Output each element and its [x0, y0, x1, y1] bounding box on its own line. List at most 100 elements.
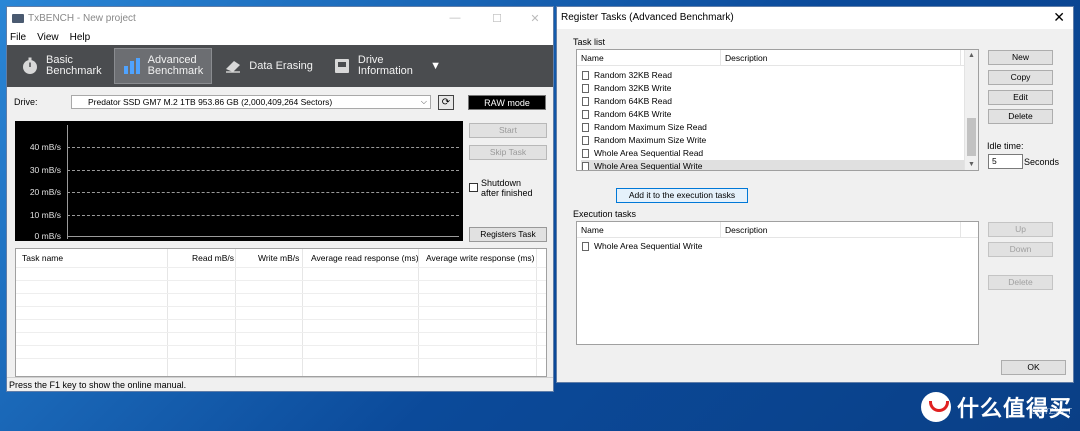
tab-label: Information — [357, 65, 413, 77]
row-divider — [16, 280, 546, 281]
document-icon — [582, 162, 589, 170]
watermark-logo-icon — [920, 392, 951, 422]
document-icon — [582, 123, 589, 132]
task-name: Whole Area Sequential Write — [594, 241, 703, 251]
task-list-item[interactable]: Random 64KB Write — [581, 108, 964, 121]
execution-task-list[interactable]: Name Description Whole Area Sequential W… — [576, 221, 979, 345]
drive-select[interactable]: Predator SSD GM7 M.2 1TB 953.86 GB (2,00… — [71, 95, 431, 109]
row-divider — [16, 293, 546, 294]
task-list-item[interactable]: Whole Area Sequential Read — [581, 147, 964, 160]
menu-view[interactable]: View — [37, 32, 59, 43]
shutdown-label: Shutdown after finished — [481, 178, 533, 198]
row-divider — [16, 319, 546, 320]
register-tasks-dialog: Register Tasks (Advanced Benchmark) ✕ Ta… — [556, 6, 1074, 383]
refresh-button[interactable]: ⟳ — [438, 95, 454, 110]
status-bar: Press the F1 key to show the online manu… — [7, 377, 553, 391]
raw-mode-button[interactable]: RAW mode — [468, 95, 546, 110]
task-list-item[interactable]: Random 32KB Read — [581, 69, 964, 82]
document-icon — [582, 71, 589, 80]
document-icon — [582, 84, 589, 93]
tab-drive-information[interactable]: Drive Information — [325, 48, 421, 84]
row-divider — [16, 358, 546, 359]
task-name: Whole Area Sequential Write — [594, 161, 703, 171]
edit-button[interactable]: Edit — [988, 90, 1053, 105]
refresh-icon: ⟳ — [441, 97, 451, 108]
close-icon[interactable]: ✕ — [521, 7, 549, 29]
results-table: Task name Read mB/s Write mB/s Average r… — [15, 248, 547, 377]
column-divider — [302, 249, 303, 376]
shutdown-label-line: Shutdown — [481, 178, 522, 188]
graph-axis — [67, 125, 68, 239]
task-list-scrollbar[interactable]: ▲ ▼ — [964, 50, 978, 170]
scroll-thumb[interactable] — [967, 118, 976, 156]
column-header-avg-read[interactable]: Average read response (ms) — [311, 253, 419, 263]
shutdown-checkbox[interactable] — [469, 183, 478, 192]
task-list-item[interactable]: Random Maximum Size Write — [581, 134, 964, 147]
up-button[interactable]: Up — [988, 222, 1053, 237]
maximize-icon[interactable]: ☐ — [483, 7, 511, 29]
scroll-up-icon[interactable]: ▲ — [965, 52, 978, 59]
column-divider — [720, 222, 721, 237]
row-divider — [16, 267, 546, 268]
tab-data-erasing[interactable]: Data Erasing — [216, 48, 321, 84]
graph-gridline — [67, 215, 459, 216]
scroll-down-icon[interactable]: ▼ — [965, 161, 978, 168]
task-list-item[interactable]: Random 32KB Write — [581, 82, 964, 95]
column-divider — [167, 249, 168, 376]
graph-gridline — [67, 147, 459, 148]
column-header-read[interactable]: Read mB/s — [192, 253, 234, 263]
drive-value: Predator SSD GM7 M.2 1TB 953.86 GB (2,00… — [88, 97, 333, 107]
column-header-write[interactable]: Write mB/s — [258, 253, 299, 263]
execution-delete-button[interactable]: Delete — [988, 275, 1053, 290]
stopwatch-icon — [21, 57, 39, 75]
task-name: Whole Area Sequential Read — [594, 148, 704, 158]
dropdown-arrow-icon[interactable]: ▼ — [430, 60, 441, 72]
ribbon-toolbar: Basic Benchmark Advanced Benchmark Data Er… — [7, 45, 553, 87]
menu-file[interactable]: File — [10, 32, 26, 43]
down-button[interactable]: Down — [988, 242, 1053, 257]
task-name: Random Maximum Size Read — [594, 122, 707, 132]
ok-button[interactable]: OK — [1001, 360, 1066, 375]
close-icon[interactable]: ✕ — [1053, 9, 1065, 26]
task-list-item[interactable]: Random 64KB Read — [581, 95, 964, 108]
column-divider — [536, 249, 537, 376]
start-button[interactable]: Start — [469, 123, 547, 138]
execution-list-item[interactable]: Whole Area Sequential Write — [581, 240, 964, 253]
graph-y-label: 0 mB/s — [34, 231, 61, 241]
idle-time-label: Idle time: — [987, 141, 1024, 151]
column-divider — [235, 249, 236, 376]
column-header-name[interactable]: Name — [581, 225, 604, 235]
delete-button[interactable]: Delete — [988, 109, 1053, 124]
dialog-title-bar: Register Tasks (Advanced Benchmark) ✕ — [557, 7, 1073, 29]
tab-advanced-benchmark[interactable]: Advanced Benchmark — [113, 48, 213, 84]
graph-y-label: 20 mB/s — [29, 187, 61, 197]
shutdown-label-line: after finished — [481, 188, 533, 198]
watermark-subtext: SMYZ.NET — [1031, 407, 1072, 416]
task-list[interactable]: Name Description Random 32KB Read Random… — [576, 49, 979, 171]
document-icon — [582, 97, 589, 106]
app-icon — [12, 13, 24, 23]
tab-basic-benchmark[interactable]: Basic Benchmark — [13, 48, 110, 84]
column-header-avg-write[interactable]: Average write response (ms) — [426, 253, 535, 263]
idle-time-input[interactable]: 5 — [988, 154, 1023, 169]
minimize-icon[interactable]: — — [441, 7, 469, 29]
copy-button[interactable]: Copy — [988, 70, 1053, 85]
task-name: Random 64KB Read — [594, 96, 672, 106]
graph-baseline — [67, 236, 459, 237]
menu-help[interactable]: Help — [70, 32, 91, 43]
skip-task-button[interactable]: Skip Task — [469, 145, 547, 160]
new-button[interactable]: New — [988, 50, 1053, 65]
column-header-name[interactable]: Name — [581, 53, 604, 63]
column-header-description[interactable]: Description — [725, 53, 768, 63]
add-to-execution-button[interactable]: Add it to the execution tasks — [616, 188, 748, 203]
column-header-description[interactable]: Description — [725, 225, 768, 235]
task-name: Random 32KB Write — [594, 83, 672, 93]
column-header-task-name[interactable]: Task name — [22, 253, 63, 263]
graph-y-label: 10 mB/s — [29, 210, 61, 220]
task-list-item-selected[interactable]: Whole Area Sequential Write — [581, 160, 964, 171]
eraser-icon — [224, 57, 242, 75]
registers-task-button[interactable]: Registers Task — [469, 227, 547, 242]
task-list-label: Task list — [573, 37, 606, 47]
task-list-header: Name Description — [577, 50, 978, 66]
task-list-item[interactable]: Random Maximum Size Read — [581, 121, 964, 134]
